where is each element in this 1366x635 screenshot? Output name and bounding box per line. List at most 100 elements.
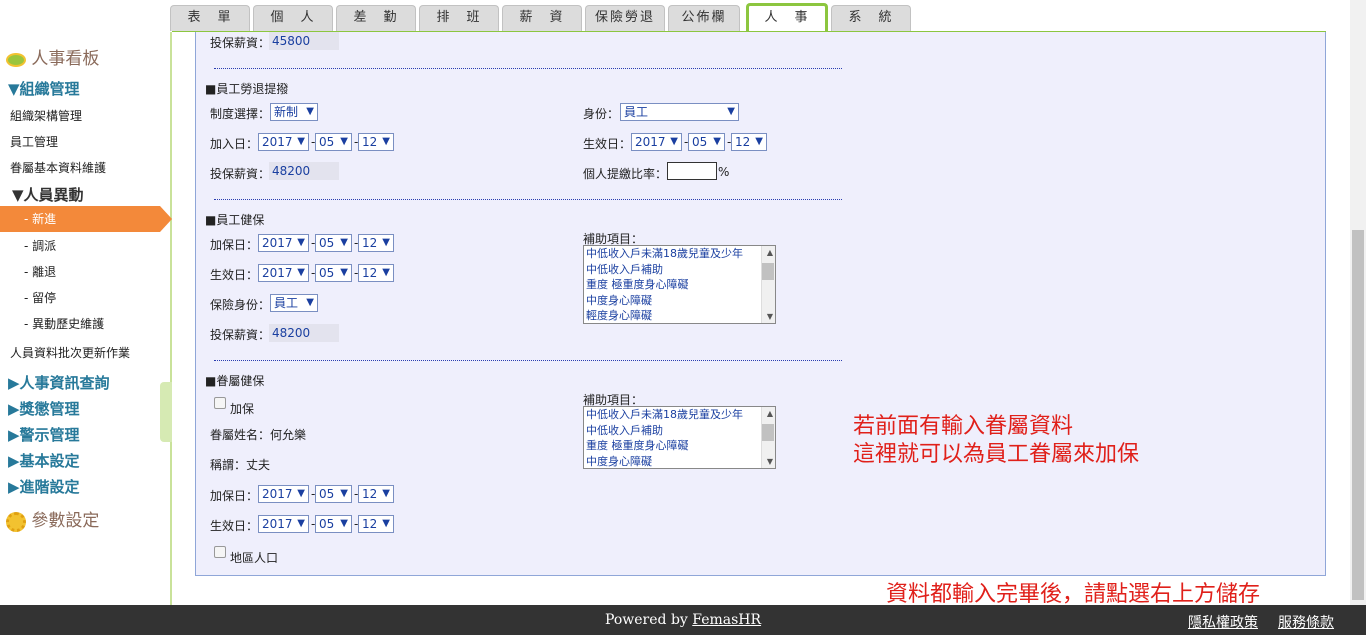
divider <box>214 68 842 69</box>
tab-attendance[interactable]: 差 勤 <box>336 5 416 31</box>
dropdown-arrow-icon: ▼ <box>382 136 390 147</box>
pension-identity-select[interactable]: 員工 ▼ <box>620 103 739 121</box>
pension-effective-day[interactable]: 12 ▼ <box>731 133 767 151</box>
sidebar-item-leave[interactable]: - 離退 <box>24 263 194 280</box>
sidebar-collapse-handle[interactable] <box>160 382 172 442</box>
powered-by-label: Powered by <box>605 612 693 628</box>
sidebar-section-rewards[interactable]: ▶獎懲管理 <box>8 398 178 419</box>
tab-bulletin[interactable]: 公佈欄 <box>668 5 740 31</box>
sidebar-item-suspend[interactable]: - 留停 <box>24 289 194 306</box>
pension-salary-value: 48200 <box>269 162 339 180</box>
dependent-add-day[interactable]: 12 ▼ <box>358 485 394 503</box>
health-identity-label: 保險身份： <box>210 298 271 312</box>
tab-shift[interactable]: 排 班 <box>419 5 499 31</box>
privacy-policy-link[interactable]: 隱私權政策 <box>1188 612 1258 632</box>
year-value: 2017 <box>262 517 293 531</box>
scroll-up-icon[interactable]: ▲ <box>767 248 773 257</box>
list-item[interactable]: 中低收入戶補助 <box>584 262 775 278</box>
list-item[interactable]: 中度身心障礙 <box>584 454 775 469</box>
tab-forms[interactable]: 表 單 <box>170 5 250 31</box>
dependent-subsidy-list[interactable]: 中低收入戶未滿18歲兒童及少年 中低收入戶補助 重度 極重度身心障礙 中度身心障… <box>583 406 776 469</box>
sidebar-section-query[interactable]: ▶人事資訊查詢 <box>8 372 178 393</box>
footer: Powered by FemasHR 隱私權政策 服務條款 <box>0 605 1366 635</box>
sidebar-item-history[interactable]: - 異動歷史維護 <box>24 315 194 332</box>
health-effective-day[interactable]: 12 ▼ <box>358 264 394 282</box>
annotation-note-2: 這裡就可以為員工眷屬來加保 <box>853 442 1140 467</box>
dropdown-arrow-icon: ▼ <box>713 136 721 147</box>
pension-join-year[interactable]: 2017 ▼ <box>258 133 309 151</box>
month-value: 05 <box>319 517 335 531</box>
terms-link[interactable]: 服務條款 <box>1278 612 1334 632</box>
sidebar-item-new-hire[interactable]: - 新進 <box>0 206 172 232</box>
health-title: ■員工健保 <box>205 213 265 227</box>
list-item[interactable]: 中度身心障礙 <box>584 293 775 309</box>
tab-personal[interactable]: 個 人 <box>253 5 333 31</box>
health-identity-value: 員工 <box>274 296 299 310</box>
sidebar-item-org-structure[interactable]: 組織架構管理 <box>10 107 180 124</box>
sidebar-section-advanced[interactable]: ▶進階設定 <box>8 476 178 497</box>
list-item[interactable]: 中低收入戶未滿18歲兒童及少年 <box>584 246 775 262</box>
day-value: 12 <box>362 266 378 280</box>
pension-effective-year[interactable]: 2017 ▼ <box>631 133 682 151</box>
dropdown-arrow-icon: ▼ <box>382 267 390 278</box>
dependent-effective-year[interactable]: 2017 ▼ <box>258 515 309 533</box>
pension-join-month[interactable]: 05 ▼ <box>315 133 352 151</box>
page-scroll-thumb[interactable] <box>1352 230 1364 600</box>
sidebar-item-transfer[interactable]: - 調派 <box>24 237 194 254</box>
scroll-up-icon[interactable]: ▲ <box>767 409 773 418</box>
dropdown-arrow-icon: ▼ <box>306 297 314 308</box>
pension-identity-label: 身份： <box>583 107 620 121</box>
month-value: 05 <box>319 135 335 149</box>
health-add-day[interactable]: 12 ▼ <box>358 234 394 252</box>
femashr-link[interactable]: FemasHR <box>692 612 761 628</box>
scroll-down-icon[interactable]: ▼ <box>767 457 773 466</box>
scroll-thumb[interactable] <box>762 424 774 441</box>
pension-rate-input[interactable] <box>667 162 717 180</box>
sidebar-section-org[interactable]: ▼組織管理 <box>8 78 178 99</box>
list-item[interactable]: 重度 極重度身心障礙 <box>584 438 775 454</box>
tab-hr[interactable]: 人 事 <box>746 3 828 32</box>
dropdown-arrow-icon: ▼ <box>340 136 348 147</box>
sidebar-section-basic[interactable]: ▶基本設定 <box>8 450 178 471</box>
dependent-effective-month[interactable]: 05 ▼ <box>315 515 352 533</box>
health-effective-year[interactable]: 2017 ▼ <box>258 264 309 282</box>
page-scrollbar[interactable] <box>1350 0 1366 605</box>
health-add-year[interactable]: 2017 ▼ <box>258 234 309 252</box>
annotation-save-note: 資料都輸入完畢後，請點選右上方儲存 <box>886 582 1261 607</box>
pension-join-day[interactable]: 12 ▼ <box>358 133 394 151</box>
sidebar-params[interactable]: 參數設定 <box>6 506 176 532</box>
region-population-checkbox[interactable] <box>214 546 226 558</box>
sidebar-hr-board[interactable]: 人事看板 <box>6 44 176 69</box>
pension-effective-month[interactable]: 05 ▼ <box>688 133 725 151</box>
sidebar-item-employee[interactable]: 員工管理 <box>10 133 180 150</box>
list-item[interactable]: 中低收入戶補助 <box>584 423 775 439</box>
sidebar-item-dependents[interactable]: 眷屬基本資料維護 <box>10 159 180 176</box>
health-add-month[interactable]: 05 ▼ <box>315 234 352 252</box>
dropdown-arrow-icon: ▼ <box>297 136 305 147</box>
dropdown-arrow-icon: ▼ <box>297 518 305 529</box>
dropdown-arrow-icon: ▼ <box>382 237 390 248</box>
tab-insurance[interactable]: 保險勞退 <box>585 5 665 31</box>
dependent-enroll-checkbox[interactable] <box>214 397 226 409</box>
tab-system[interactable]: 系 統 <box>831 5 911 31</box>
dependent-add-month[interactable]: 05 ▼ <box>315 485 352 503</box>
month-value: 05 <box>319 487 335 501</box>
health-subsidy-list[interactable]: 中低收入戶未滿18歲兒童及少年 中低收入戶補助 重度 極重度身心障礙 中度身心障… <box>583 245 776 324</box>
scroll-thumb[interactable] <box>762 263 774 280</box>
dependent-add-year[interactable]: 2017 ▼ <box>258 485 309 503</box>
sidebar-section-change[interactable]: ▼人員異動 <box>12 184 182 205</box>
day-value: 12 <box>362 487 378 501</box>
health-identity-select[interactable]: 員工 ▼ <box>270 294 318 312</box>
scroll-down-icon[interactable]: ▼ <box>767 312 773 321</box>
dependent-effective-day[interactable]: 12 ▼ <box>358 515 394 533</box>
list-item[interactable]: 中低收入戶未滿18歲兒童及少年 <box>584 407 775 423</box>
sidebar-section-alerts[interactable]: ▶警示管理 <box>8 424 178 445</box>
list-item[interactable]: 重度 極重度身心障礙 <box>584 277 775 293</box>
health-effective-month[interactable]: 05 ▼ <box>315 264 352 282</box>
day-value: 12 <box>362 517 378 531</box>
list-item[interactable]: 輕度身心障礙 <box>584 308 775 323</box>
sidebar-item-batch-update[interactable]: 人員資料批次更新作業 <box>10 344 180 361</box>
gear-icon <box>6 511 26 532</box>
pension-system-select[interactable]: 新制 ▼ <box>270 103 318 121</box>
tab-payroll[interactable]: 薪 資 <box>502 5 582 31</box>
